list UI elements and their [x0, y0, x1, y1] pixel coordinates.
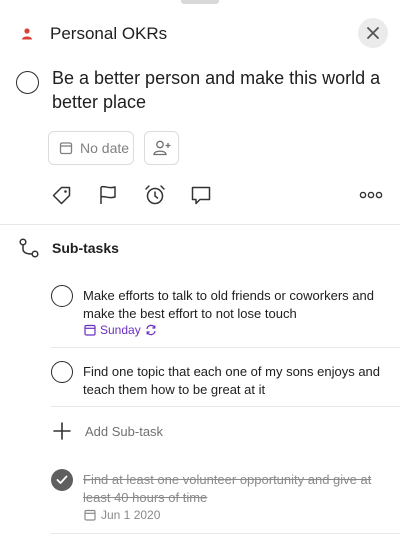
label-icon[interactable] [50, 183, 74, 207]
subtask-due-label: Sunday [100, 323, 141, 337]
subtasks-heading: Sub-tasks [52, 240, 119, 256]
flag-icon[interactable] [96, 183, 120, 207]
add-subtask-button[interactable]: Add Sub-task [85, 424, 163, 439]
task-header: Personal OKRs [0, 14, 400, 54]
row-divider [51, 406, 400, 407]
comment-icon[interactable] [189, 183, 213, 207]
assign-button[interactable] [144, 131, 179, 165]
plus-icon[interactable] [52, 421, 72, 441]
calendar-icon [84, 324, 96, 336]
completed-subtask-text[interactable]: Find at least one volunteer opportunity … [83, 471, 388, 507]
person-icon [22, 28, 32, 40]
subtask-text[interactable]: Find one topic that each one of my sons … [83, 363, 388, 399]
more-icon[interactable] [358, 183, 384, 207]
row-divider [51, 533, 400, 534]
completed-subtask-due-date: Jun 1 2020 [84, 508, 160, 522]
task-complete-checkbox[interactable] [16, 71, 39, 94]
close-icon [367, 27, 379, 39]
close-button[interactable] [358, 18, 388, 48]
subtask-due-date[interactable]: Sunday [84, 323, 157, 337]
recurring-icon [146, 324, 156, 336]
due-date-label: No date [80, 140, 130, 156]
alarm-icon[interactable] [143, 183, 167, 207]
calendar-icon [59, 142, 73, 155]
subtask-text[interactable]: Make efforts to talk to old friends or c… [83, 287, 388, 323]
sheet-grabber[interactable] [181, 0, 219, 4]
completed-due-label: Jun 1 2020 [101, 508, 161, 522]
section-divider [0, 224, 400, 225]
add-person-icon [152, 140, 170, 156]
calendar-icon [84, 509, 96, 521]
subtask-checkbox[interactable] [51, 361, 73, 383]
completed-checkbox[interactable] [51, 469, 73, 491]
check-icon [56, 475, 68, 484]
subtask-checkbox[interactable] [51, 285, 73, 307]
task-title[interactable]: Be a better person and make this world a… [52, 66, 382, 114]
project-name[interactable]: Personal OKRs [50, 24, 167, 44]
subtasks-icon [19, 238, 39, 258]
row-divider [51, 347, 400, 348]
task-actions-bar [0, 180, 400, 210]
due-date-button[interactable]: No date [48, 131, 134, 165]
